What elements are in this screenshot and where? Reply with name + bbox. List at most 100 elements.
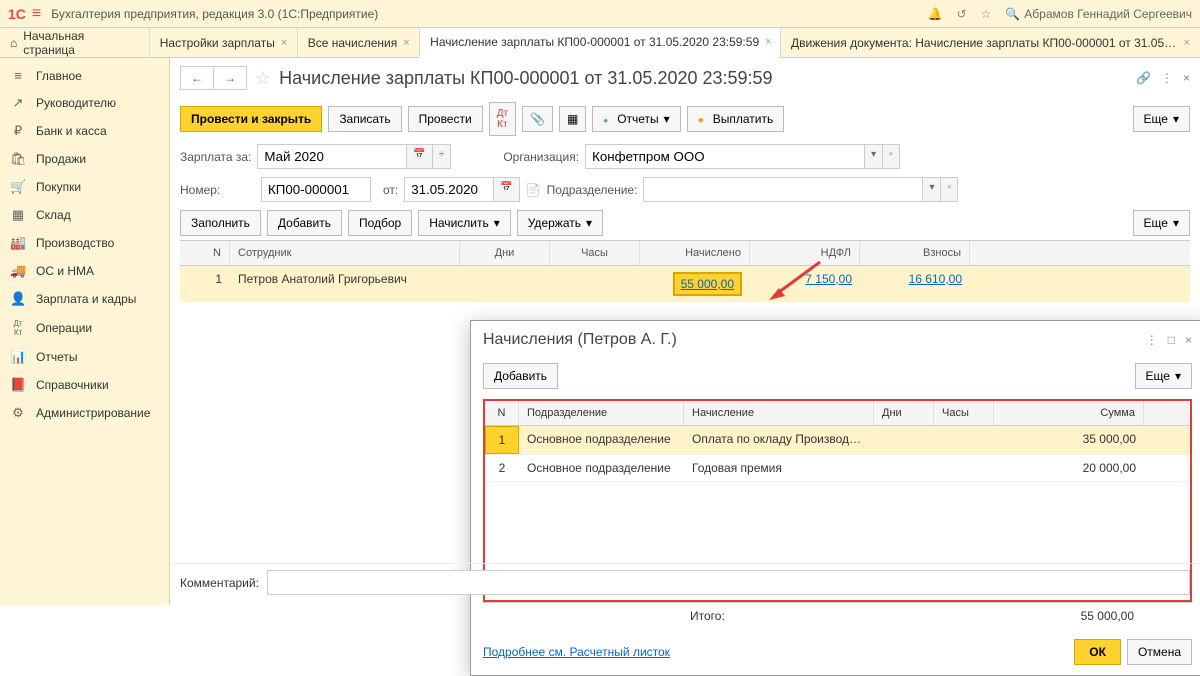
nav-label: Зарплата и кадры [36,292,136,306]
nav-bank[interactable]: ₽Банк и касса [0,117,169,145]
col-n[interactable]: N [180,241,230,265]
nav-salary[interactable]: 👤Зарплата и кадры [0,285,169,313]
cancel-button[interactable]: Отмена [1127,639,1192,665]
col-days[interactable]: Дни [874,401,934,425]
content-area: ← → ☆ Начисление зарплаты КП00-000001 от… [170,58,1200,605]
close-icon[interactable]: × [765,36,771,48]
reports-button[interactable]: Отчеты ▾ [592,106,680,132]
close-icon[interactable]: × [1185,333,1192,347]
number-input[interactable] [261,177,371,202]
nav-operations[interactable]: ДтКтОперации [0,313,169,343]
col-sum[interactable]: Сумма [994,401,1144,425]
add-button[interactable]: Добавить [267,210,342,236]
col-n[interactable]: N [485,401,519,425]
layers-button[interactable]: ▦ [559,106,586,132]
col-accrual[interactable]: Начисление [684,401,874,425]
back-button[interactable]: ← [181,67,214,89]
cell-sum: 20 000,00 [994,455,1144,481]
dropdown-icon[interactable]: ▾ [865,144,883,169]
salary-for-input[interactable] [257,144,407,169]
more-button[interactable]: Еще ▾ [1133,210,1190,236]
comment-input[interactable] [267,570,1190,595]
submit-close-button[interactable]: Провести и закрыть [180,106,322,132]
cell-contrib[interactable]: 16 610,00 [860,266,970,302]
col-accrued[interactable]: Начислено [640,241,750,265]
popup-row[interactable]: 1 Основное подразделение Оплата по оклад… [485,426,1190,455]
more-button[interactable]: Еще ▾ [1133,106,1190,132]
details-link[interactable]: Подробнее см. Расчетный листок [483,645,1074,659]
cell-accrued[interactable]: 55 000,00 [640,266,750,302]
select-button[interactable]: Подбор [348,210,412,236]
tab-all-accruals[interactable]: Все начисления × [297,28,419,57]
popup-more-button[interactable]: Еще ▾ [1135,363,1192,389]
nav-purchases[interactable]: 🛒Покупки [0,173,169,201]
bell-icon[interactable]: 🔔 [928,7,943,21]
open-icon[interactable]: ▫ [883,144,900,169]
close-icon[interactable]: × [1184,37,1190,49]
dtkt-button[interactable]: ДтКт [489,102,516,136]
col-dep[interactable]: Подразделение [519,401,684,425]
close-icon[interactable]: × [403,37,409,49]
cell-hours [550,266,640,302]
ok-button[interactable]: ОК [1074,639,1121,665]
col-contributions[interactable]: Взносы [860,241,970,265]
star-icon[interactable]: ☆ [981,7,992,21]
col-hours[interactable]: Часы [934,401,994,425]
close-icon[interactable]: × [281,37,287,49]
forward-button[interactable]: → [214,67,246,89]
popup-row[interactable]: 2 Основное подразделение Годовая премия … [485,455,1190,482]
nav-sales[interactable]: 🛍Продажи [0,145,169,173]
submit-button[interactable]: Провести [408,106,483,132]
cell-sum: 35 000,00 [994,426,1144,454]
kebab-icon[interactable]: ⋮ [1146,333,1158,347]
popup-add-button[interactable]: Добавить [483,363,558,389]
link-icon[interactable]: 🔗 [1136,71,1151,85]
accruals-popup: Начисления (Петров А. Г.) ⋮ □ × Добавить… [470,320,1200,676]
nav-label: Продажи [36,152,86,166]
close-icon[interactable]: × [1183,71,1190,85]
nav-main[interactable]: ≡Главное [0,62,169,89]
cell-ndfl[interactable]: 7 150,00 [750,266,860,302]
nav-refs[interactable]: 📕Справочники [0,371,169,399]
col-ndfl[interactable]: НДФЛ [750,241,860,265]
nav-reports[interactable]: 📊Отчеты [0,343,169,371]
doc-icon: 📄 [526,183,541,197]
org-input[interactable] [585,144,865,169]
dropdown-icon[interactable]: ▾ [923,177,941,202]
home-tab[interactable]: ⌂ Начальная страница [0,28,149,57]
division-input[interactable] [643,177,923,202]
nav-assets[interactable]: 🚚ОС и НМА [0,257,169,285]
table-row[interactable]: 1 Петров Анатолий Григорьевич 55 000,00 … [180,266,1190,302]
payout-button[interactable]: Выплатить [687,106,785,132]
gear-icon: ⚙ [10,405,26,421]
fill-button[interactable]: Заполнить [180,210,261,236]
nav-warehouse[interactable]: ▦Склад [0,201,169,229]
open-icon[interactable]: ▫ [941,177,958,202]
withhold-button[interactable]: Удержать ▾ [517,210,603,236]
kebab-icon[interactable]: ⋮ [1161,71,1173,85]
tab-payroll-doc[interactable]: Начисление зарплаты КП00-000001 от 31.05… [419,28,780,58]
nav-manager[interactable]: ↗Руководителю [0,89,169,117]
calendar-icon[interactable]: 📅 [407,144,432,169]
from-label: от: [383,183,398,197]
col-days[interactable]: Дни [460,241,550,265]
nav-admin[interactable]: ⚙Администрирование [0,399,169,427]
stepper-icon[interactable]: ÷ [433,144,452,169]
maximize-icon[interactable]: □ [1168,333,1175,347]
calendar-icon[interactable]: 📅 [494,177,519,202]
col-employee[interactable]: Сотрудник [230,241,460,265]
date-input[interactable] [404,177,494,202]
nav-production[interactable]: 🏭Производство [0,229,169,257]
nav-label: Руководителю [36,96,116,110]
attach-button[interactable]: 📎 [522,106,553,132]
label: Выплатить [713,112,774,126]
user-search[interactable]: 🔍 Абрамов Геннадий Сергеевич [1005,7,1192,21]
col-hours[interactable]: Часы [550,241,640,265]
favorite-star[interactable]: ☆ [255,68,271,89]
tab-doc-movements[interactable]: Движения документа: Начисление зарплаты … [780,28,1200,57]
main-menu-icon[interactable]: ≡ [32,5,41,23]
save-button[interactable]: Записать [328,106,401,132]
accrue-button[interactable]: Начислить ▾ [418,210,511,236]
history-icon[interactable]: ↺ [957,7,967,21]
tab-settings[interactable]: Настройки зарплаты × [149,28,297,57]
